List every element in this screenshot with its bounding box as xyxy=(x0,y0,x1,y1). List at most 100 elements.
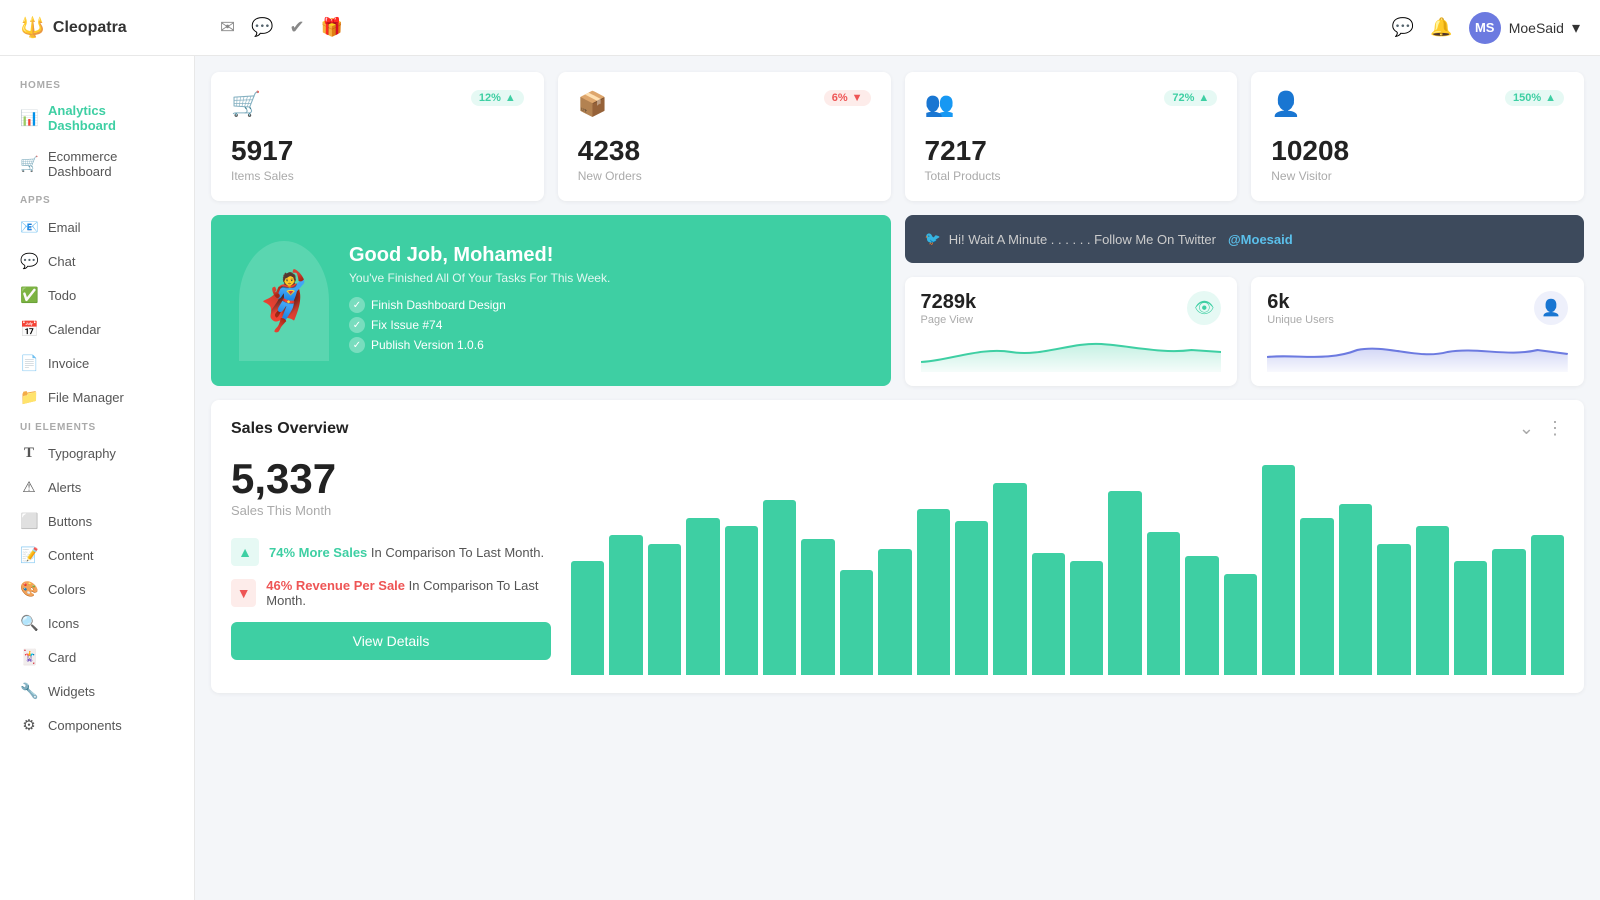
calendar-icon: 📅 xyxy=(20,320,38,338)
sidebar-item-label: File Manager xyxy=(48,390,124,405)
mini-stat-header: 6k Unique Users 👤 xyxy=(1267,291,1568,326)
more-options-icon[interactable]: ⋮ xyxy=(1546,418,1564,439)
sidebar-item-alerts[interactable]: ⚠ Alerts xyxy=(0,470,194,504)
sidebar-item-colors[interactable]: 🎨 Colors xyxy=(0,572,194,606)
notification-chat-icon[interactable]: 💬 xyxy=(1392,17,1414,38)
chart-bar xyxy=(725,526,758,675)
chart-bar xyxy=(1147,532,1180,676)
mini-stat-row: 7289k Page View 👁 xyxy=(905,277,1585,386)
sidebar-item-buttons[interactable]: ⬜ Buttons xyxy=(0,504,194,538)
visitor-icon: 👤 xyxy=(1271,90,1301,119)
chart-bar xyxy=(1300,518,1333,676)
chart-bar xyxy=(993,483,1026,676)
user-menu[interactable]: MS MoeSaid ▾ xyxy=(1469,12,1580,44)
username: MoeSaid xyxy=(1509,20,1564,36)
sidebar-item-typography[interactable]: T Typography xyxy=(0,437,194,470)
sidebar-item-file-manager[interactable]: 📁 File Manager xyxy=(0,380,194,414)
sidebar-item-ecommerce-dashboard[interactable]: 🛒 Ecommerce Dashboard xyxy=(0,141,194,187)
sales-stat-text: 74% More Sales In Comparison To Last Mon… xyxy=(269,545,544,560)
sales-subtitle: Sales This Month xyxy=(231,503,551,518)
chart-bar xyxy=(686,518,719,676)
email-icon[interactable]: ✉ xyxy=(220,17,235,38)
mini-stat-label: Page View xyxy=(921,314,977,326)
brand-name: Cleopatra xyxy=(53,19,127,37)
sidebar-item-label: Card xyxy=(48,650,76,665)
chart-bar xyxy=(1070,561,1103,675)
sidebar-item-label: Content xyxy=(48,548,94,563)
sidebar-item-chat[interactable]: 💬 Chat xyxy=(0,244,194,278)
check-icon[interactable]: ✔ xyxy=(290,17,305,38)
stat-card-new-visitor: 👤 150% ▲ 10208 New Visitor xyxy=(1251,72,1584,201)
sidebar-item-email[interactable]: 📧 Email xyxy=(0,210,194,244)
sales-overview-body: 5,337 Sales This Month ▲ 74% More Sales … xyxy=(231,455,1564,675)
colors-icon: 🎨 xyxy=(20,580,38,598)
components-icon: ⚙ xyxy=(20,716,38,734)
stat-highlight: 46% Revenue Per Sale xyxy=(266,578,405,593)
hero-card: 🦸 Good Job, Mohamed! You've Finished All… xyxy=(211,215,891,386)
sidebar-item-icons[interactable]: 🔍 Icons xyxy=(0,606,194,640)
stat-card-header: 📦 6% ▼ xyxy=(578,90,871,119)
notification-bell-icon[interactable]: 🔔 xyxy=(1430,17,1452,38)
twitter-banner: 🐦 Hi! Wait A Minute . . . . . . Follow M… xyxy=(905,215,1585,263)
chat-icon[interactable]: 💬 xyxy=(251,17,273,38)
layout: HOMES 📊 Analytics Dashboard 🛒 Ecommerce … xyxy=(0,56,1600,900)
alerts-icon: ⚠ xyxy=(20,478,38,496)
orders-icon: 📦 xyxy=(578,90,608,119)
sidebar-item-label: Icons xyxy=(48,616,79,631)
unique-users-sparkline xyxy=(1267,332,1568,372)
sidebar-section-ui: UI ELEMENTS xyxy=(0,414,194,437)
stat-card-new-orders: 📦 6% ▼ 4238 New Orders xyxy=(558,72,891,201)
mini-stat-value: 6k xyxy=(1267,291,1334,314)
collapse-icon[interactable]: ⌄ xyxy=(1519,418,1534,439)
sidebar-item-analytics-dashboard[interactable]: 📊 Analytics Dashboard xyxy=(0,95,194,141)
stat-value: 10208 xyxy=(1271,135,1564,167)
arrow-up-icon: ▲ xyxy=(1545,92,1556,104)
gift-icon[interactable]: 🎁 xyxy=(321,17,343,38)
stat-label: Total Products xyxy=(925,169,1218,183)
arrow-up-indicator: ▲ xyxy=(231,538,259,566)
twitter-handle[interactable]: @Moesaid xyxy=(1228,232,1293,247)
stat-label: New Visitor xyxy=(1271,169,1564,183)
sidebar-item-widgets[interactable]: 🔧 Widgets xyxy=(0,674,194,708)
stat-badge-up: 12% ▲ xyxy=(471,90,524,106)
chart-bar xyxy=(571,561,604,675)
sidebar-item-label: Invoice xyxy=(48,356,89,371)
chart-bar xyxy=(1454,561,1487,675)
sidebar-item-calendar[interactable]: 📅 Calendar xyxy=(0,312,194,346)
chart-bar xyxy=(1531,535,1564,675)
sidebar-item-invoice[interactable]: 📄 Invoice xyxy=(0,346,194,380)
chart-bar xyxy=(801,539,834,676)
view-details-button[interactable]: View Details xyxy=(231,622,551,660)
sales-stat-text: 46% Revenue Per Sale In Comparison To La… xyxy=(266,578,551,608)
mini-stat-page-view: 7289k Page View 👁 xyxy=(905,277,1238,386)
sidebar-item-label: Todo xyxy=(48,288,76,303)
chart-bar xyxy=(1416,526,1449,675)
todo-icon: ✅ xyxy=(20,286,38,304)
mini-stat-unique-users: 6k Unique Users 👤 xyxy=(1251,277,1584,386)
chart-bar xyxy=(1224,574,1257,676)
chart-bar xyxy=(1377,544,1410,675)
sales-stat-more-sales: ▲ 74% More Sales In Comparison To Last M… xyxy=(231,538,551,566)
avatar: MS xyxy=(1469,12,1501,44)
sidebar-item-content[interactable]: 📝 Content xyxy=(0,538,194,572)
mini-stat-text: 7289k Page View xyxy=(921,291,977,326)
sidebar-item-card[interactable]: 🃏 Card xyxy=(0,640,194,674)
stat-cards-row: 🛒 12% ▲ 5917 Items Sales 📦 6% ▼ xyxy=(211,72,1584,201)
badge-value: 72% xyxy=(1172,92,1194,104)
cart-icon: 🛒 xyxy=(231,90,261,119)
arrow-up-icon: ▲ xyxy=(1198,92,1209,104)
brand-icon: 🔱 xyxy=(20,15,45,40)
badge-value: 6% xyxy=(832,92,848,104)
stat-badge-up: 150% ▲ xyxy=(1505,90,1564,106)
sidebar-item-components[interactable]: ⚙ Components xyxy=(0,708,194,742)
chart-bar xyxy=(648,544,681,675)
chart-bar xyxy=(609,535,642,675)
sidebar-section-apps: APPS xyxy=(0,187,194,210)
sidebar-item-label: Email xyxy=(48,220,81,235)
stat-card-items-sales: 🛒 12% ▲ 5917 Items Sales xyxy=(211,72,544,201)
topnav-right: 💬 🔔 MS MoeSaid ▾ xyxy=(1392,12,1580,44)
badge-value: 150% xyxy=(1513,92,1541,104)
sidebar-item-todo[interactable]: ✅ Todo xyxy=(0,278,194,312)
mini-stat-value: 7289k xyxy=(921,291,977,314)
chat-nav-icon: 💬 xyxy=(20,252,38,270)
